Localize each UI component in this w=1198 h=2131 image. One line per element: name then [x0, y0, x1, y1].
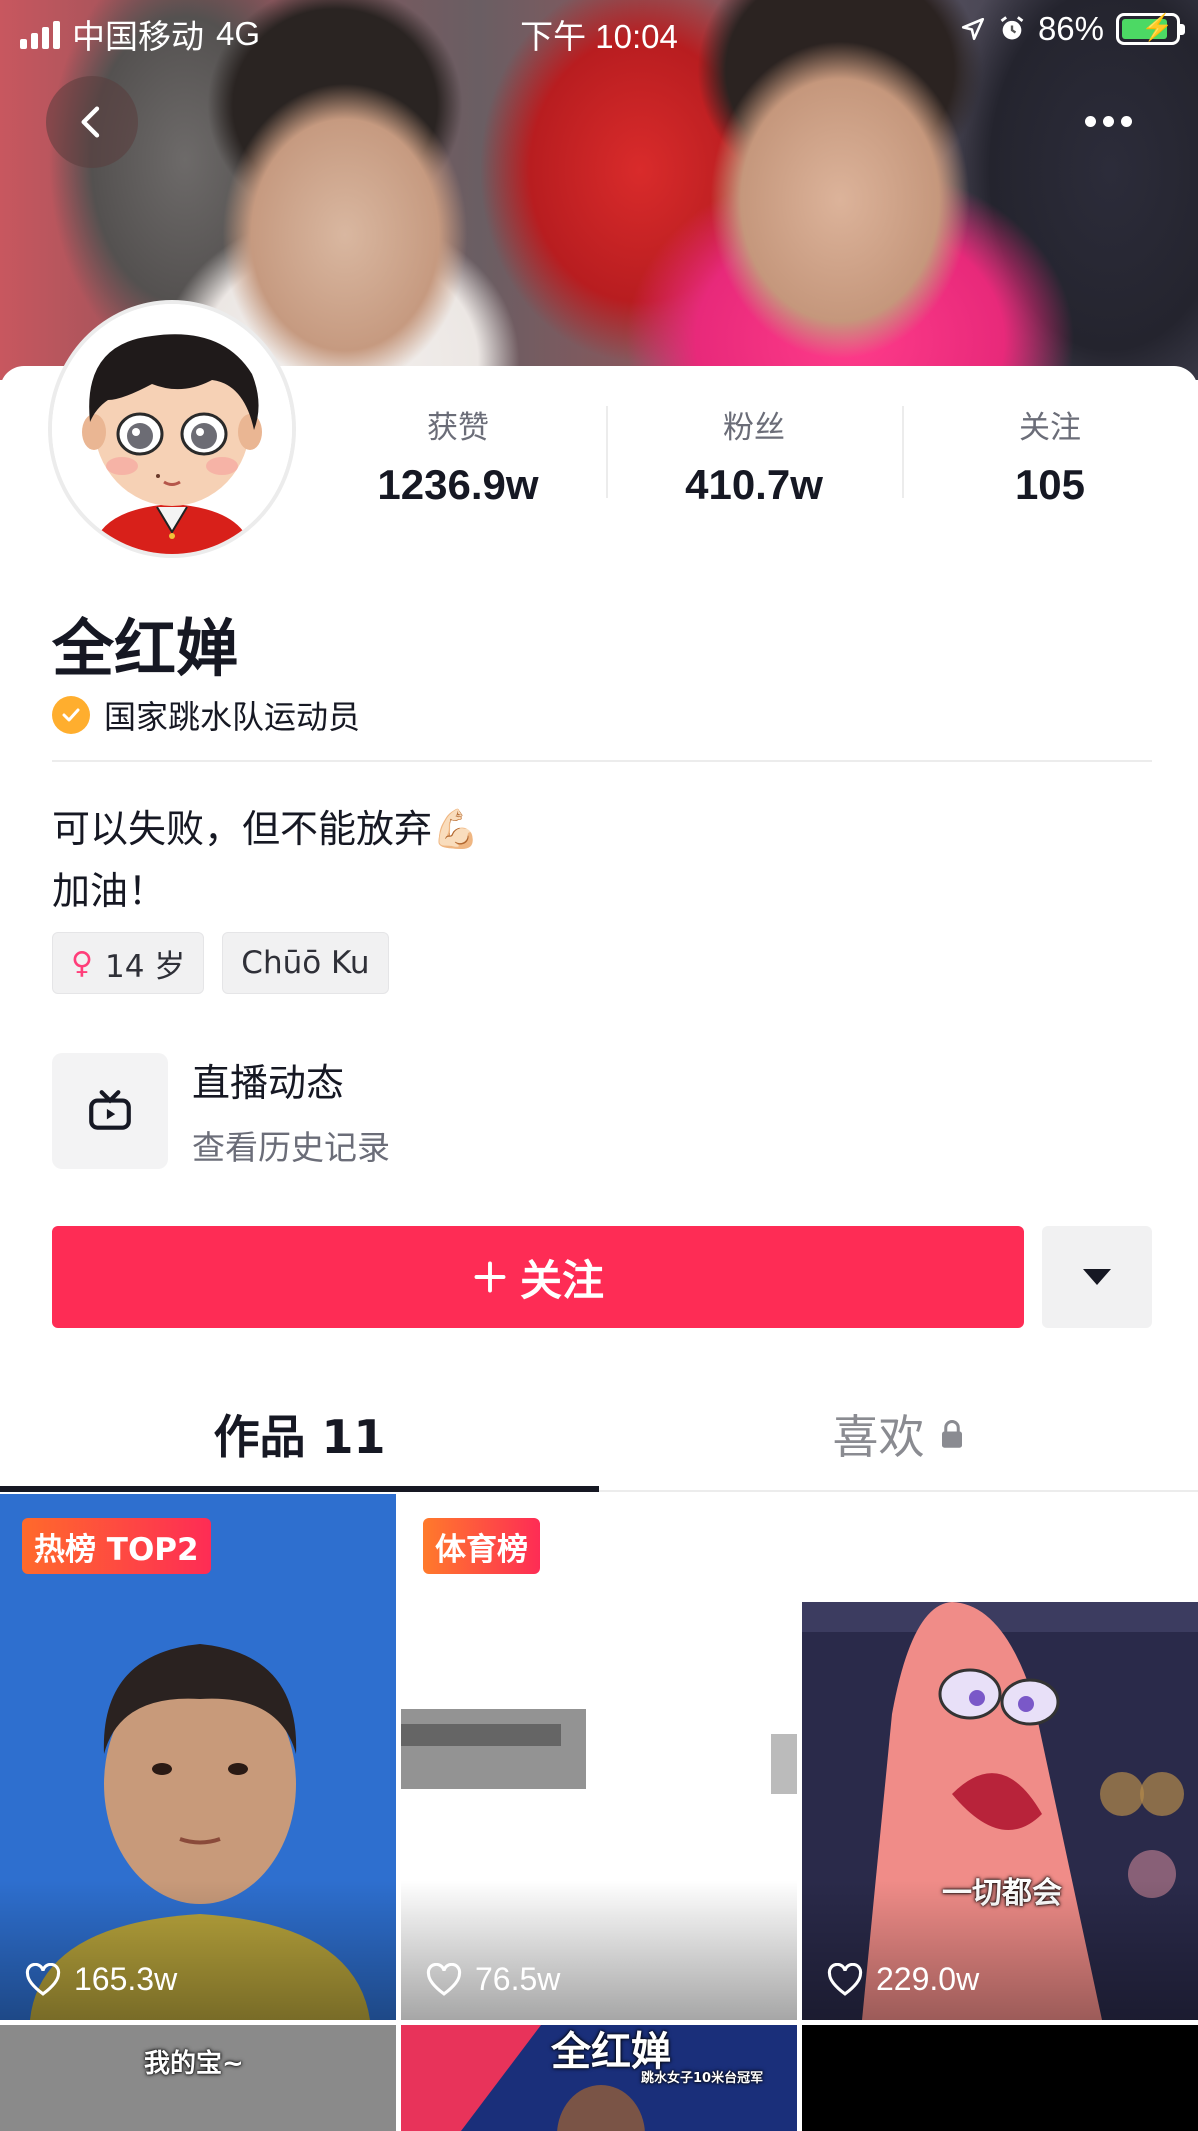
verification-text: 国家跳水队运动员 — [104, 698, 361, 736]
recommend-dropdown-button[interactable] — [1042, 1226, 1152, 1328]
alarm-icon — [1000, 16, 1024, 40]
status-bar: 中国移动 4G 下午 10:04 86% ⚡ — [0, 0, 1198, 62]
location-icon — [961, 17, 984, 41]
dot-icon — [1102, 115, 1114, 127]
cartoon-avatar-icon — [52, 304, 292, 554]
stat-likes[interactable]: 获赞 1236.9w — [310, 400, 606, 510]
stat-label: 粉丝 — [723, 410, 785, 446]
verification-row: 国家跳水队运动员 — [52, 692, 360, 738]
video-likes: 229.0w — [826, 1961, 979, 1998]
stat-followers[interactable]: 粉丝 410.7w — [606, 400, 902, 510]
video-likes: 165.3w — [24, 1961, 177, 1998]
profile-tags: ♀ 14 岁 Chūō Ku — [52, 932, 389, 994]
female-icon: ♀ — [71, 945, 93, 981]
stat-value: 1236.9w — [377, 461, 539, 508]
profile-name: 全红婵 — [52, 612, 239, 685]
plus-icon — [474, 1261, 506, 1293]
profile-tabs: 作品 11 喜欢 — [0, 1378, 1198, 1492]
stat-label: 关注 — [1019, 410, 1081, 446]
more-options-button[interactable] — [1068, 96, 1148, 146]
follow-label: 关注 — [519, 1255, 604, 1305]
battery-percent: 86% — [1037, 10, 1104, 47]
verified-check-icon — [52, 696, 90, 734]
tab-label: 作品 11 — [213, 1410, 386, 1464]
tag-age: ♀ 14 岁 — [52, 932, 205, 994]
live-title: 直播动态 — [192, 1061, 345, 1105]
dot-icon — [1084, 115, 1096, 127]
sports-rank-badge: 体育榜 — [423, 1518, 540, 1574]
video-subcaption: 跳水女子10米台冠军 — [641, 2071, 764, 2086]
avatar[interactable] — [48, 300, 296, 558]
tag-label: Chūō Ku — [241, 945, 370, 981]
likes-count: 229.0w — [876, 1961, 980, 1997]
video-thumbnail[interactable]: 我的宝~ — [0, 2025, 396, 2131]
stat-following[interactable]: 关注 105 — [902, 400, 1198, 510]
video-caption: 我的宝~ — [144, 2049, 244, 2079]
heart-icon — [25, 1962, 61, 1996]
profile-stats: 获赞 1236.9w 粉丝 410.7w 关注 105 — [310, 400, 1198, 510]
battery-icon: ⚡ — [1116, 12, 1185, 45]
caret-down-icon — [1083, 1269, 1111, 1285]
live-subtitle: 查看历史记录 — [192, 1128, 390, 1167]
live-history-entry[interactable]: 直播动态 查看历史记录 — [52, 1052, 390, 1169]
video-grid: 热榜 TOP2 165.3w 体育榜 76.5w 229.0w 我的宝~ 全红婵… — [0, 1494, 1198, 2131]
lock-icon — [941, 1420, 962, 1448]
tab-likes[interactable]: 喜欢 — [599, 1378, 1198, 1490]
chevron-left-icon — [81, 106, 100, 138]
video-likes: 76.5w — [425, 1961, 560, 1998]
video-thumbnail[interactable]: 体育榜 76.5w — [401, 1494, 797, 2020]
dot-icon — [1120, 115, 1132, 127]
tab-works[interactable]: 作品 11 — [0, 1378, 599, 1492]
stat-label: 获赞 — [427, 410, 489, 446]
back-button[interactable] — [46, 76, 138, 168]
bio-line: 可以失败，但不能放弃💪🏻 — [52, 807, 480, 851]
heart-icon — [426, 1962, 462, 1996]
bio-line: 加油！ — [52, 869, 167, 913]
tag-location: Chūō Ku — [222, 932, 389, 994]
likes-count: 165.3w — [74, 1961, 178, 1997]
tag-label: 14 岁 — [104, 948, 186, 985]
stat-value: 105 — [1014, 461, 1086, 508]
video-thumbnail[interactable]: 一切都会 229.0w — [802, 1494, 1198, 2020]
likes-count: 76.5w — [475, 1961, 561, 1997]
video-thumbnail[interactable] — [802, 2025, 1198, 2131]
heart-icon — [827, 1962, 863, 1996]
tv-play-icon — [52, 1052, 168, 1169]
hot-rank-badge: 热榜 TOP2 — [22, 1518, 211, 1574]
divider — [52, 760, 1152, 762]
stat-value: 410.7w — [685, 461, 823, 508]
video-thumbnail[interactable]: 热榜 TOP2 165.3w — [0, 1494, 396, 2020]
profile-bio: 可以失败，但不能放弃💪🏻 加油！ — [52, 798, 479, 922]
tab-label: 喜欢 — [832, 1410, 925, 1464]
video-thumbnail[interactable]: 全红婵 跳水女子10米台冠军 — [401, 2025, 797, 2131]
follow-button[interactable]: 关注 — [52, 1226, 1024, 1328]
